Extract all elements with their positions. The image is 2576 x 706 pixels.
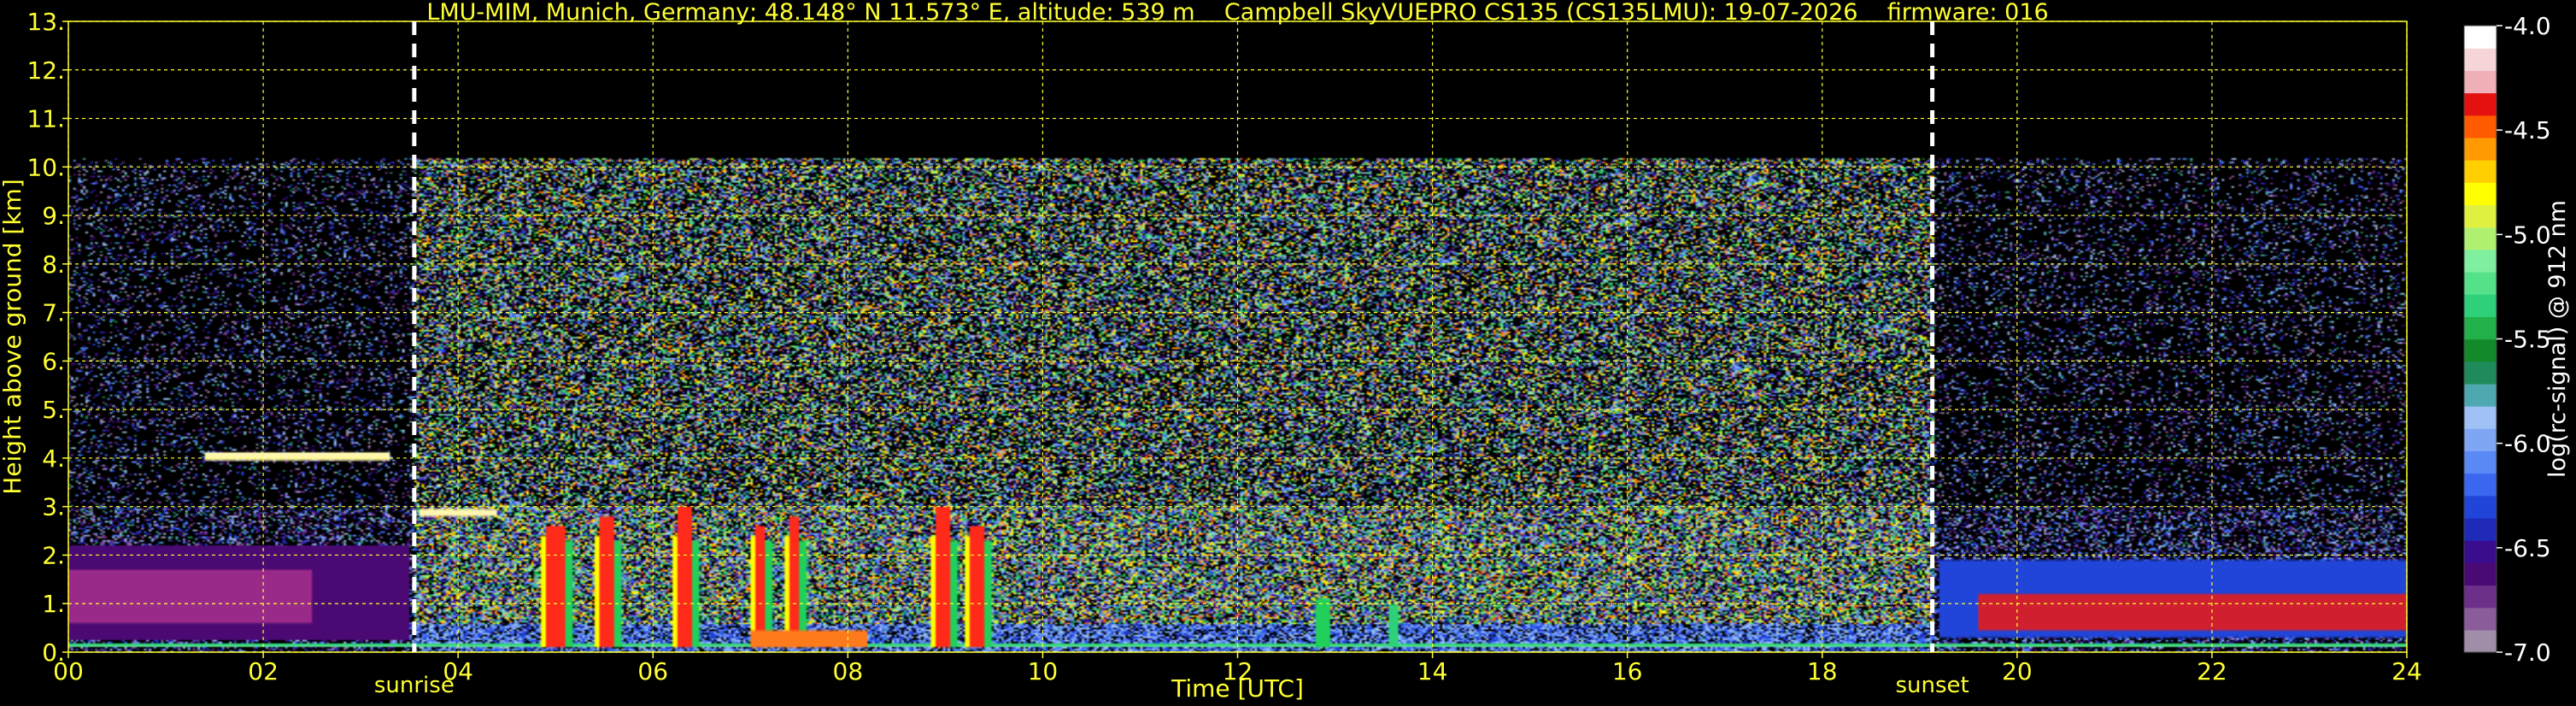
colorbar-segment [2464, 361, 2497, 385]
colorbar-segment [2464, 204, 2497, 228]
colorbar-segment [2464, 540, 2497, 563]
y-tick-label: 1. [42, 590, 65, 618]
colorbar-segment [2464, 585, 2497, 609]
colorbar-segment [2464, 271, 2497, 295]
y-tick-label: 8. [42, 250, 65, 279]
colorbar-segment [2464, 517, 2497, 541]
colorbar-segment [2464, 227, 2497, 250]
y-tick-label: 11. [26, 105, 65, 133]
colorbar-segment [2464, 629, 2497, 653]
colorbar-segment [2464, 450, 2497, 474]
colorbar-segment [2464, 70, 2497, 94]
colorbar-tick-label: -7.0 [2504, 638, 2551, 667]
x-tick-label: 14 [1417, 657, 1448, 685]
colorbar-segment [2464, 316, 2497, 340]
colorbar-segment [2464, 383, 2497, 407]
colorbar-segment [2464, 607, 2497, 631]
y-tick-label: 9. [42, 202, 65, 230]
y-tick-label: 7. [42, 299, 65, 327]
x-tick-label: 10 [1028, 657, 1059, 685]
colorbar-tick-label: -5.5 [2504, 326, 2551, 354]
colorbar-segment [2464, 428, 2497, 451]
chart-canvas: LMU-MIM, Munich, Germany; 48.148° N 11.5… [0, 0, 2571, 703]
colorbar-segment [2464, 338, 2497, 362]
colorbar-segment [2464, 160, 2497, 183]
x-tick-label: 16 [1612, 657, 1643, 685]
colorbar-segment [2464, 562, 2497, 586]
x-tick-label: 04 [443, 657, 473, 685]
colorbar-segment [2464, 26, 2497, 49]
x-tick-label: 22 [2197, 657, 2227, 685]
y-tick-label: 12. [26, 56, 65, 85]
colorbar-tick-label: -4.5 [2504, 116, 2551, 144]
colorbar-tick-label: -4.0 [2504, 12, 2551, 40]
colorbar-tick-label: -6.5 [2504, 534, 2551, 562]
colorbar-segment [2464, 495, 2497, 519]
y-tick-label: 13. [26, 8, 65, 36]
colorbar-tick-label: -6.0 [2504, 430, 2551, 458]
colorbar-segment [2464, 249, 2497, 273]
y-tick-label: 5. [42, 396, 65, 424]
y-tick-label: 4. [42, 444, 65, 473]
colorbar-segment [2464, 92, 2497, 116]
x-tick-label: 24 [2391, 657, 2422, 685]
colorbar-segment [2464, 182, 2497, 206]
y-axis-label: Height above ground [km] [0, 179, 26, 495]
ceilometer-chart: LMU-MIM, Munich, Germany; 48.148° N 11.5… [0, 0, 2576, 706]
x-tick-label: 02 [248, 657, 279, 685]
y-tick-label: 2. [42, 541, 65, 569]
x-tick-label: 20 [2002, 657, 2033, 685]
colorbar-segment [2464, 137, 2497, 161]
y-tick-label: 10. [26, 153, 65, 181]
x-tick-label: 18 [1807, 657, 1838, 685]
x-tick-label: 08 [833, 657, 864, 685]
colorbar-segment [2464, 48, 2497, 71]
colorbar-segment [2464, 406, 2497, 429]
marker-label-sunset: sunset [1895, 673, 1969, 698]
x-tick-label: 06 [637, 657, 668, 685]
y-tick-label: 6. [42, 347, 65, 375]
y-tick-label: 3. [42, 493, 65, 521]
y-tick-label: 0. [42, 638, 65, 667]
x-tick-label: 12 [1223, 657, 1253, 685]
colorbar-segment [2464, 473, 2497, 497]
colorbar-segment [2464, 115, 2497, 138]
colorbar-tick-label: -5.0 [2504, 221, 2551, 249]
colorbar-segment [2464, 294, 2497, 317]
